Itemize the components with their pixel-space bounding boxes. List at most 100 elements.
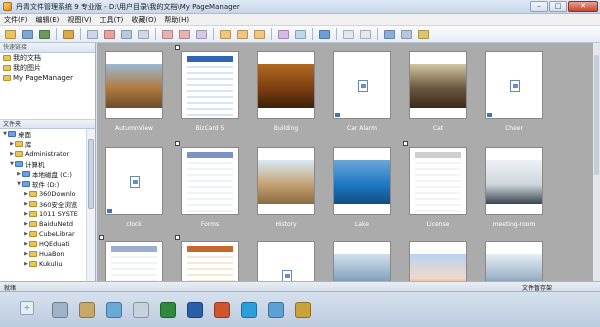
thumbnail-preview[interactable] — [485, 147, 543, 215]
thumbnail-item[interactable]: License — [403, 141, 469, 228]
folder-tree-item[interactable]: ▶ CubeLibrar — [0, 229, 86, 239]
thumbnail-item[interactable] — [255, 241, 317, 281]
thumbnail-preview[interactable] — [333, 241, 391, 281]
folder-tree-item[interactable]: ▶ 本地磁盘 (C:) — [0, 169, 86, 179]
maximize-button[interactable]: □ — [549, 1, 567, 12]
thumbnail-item[interactable] — [483, 241, 545, 281]
folder-tree-item[interactable]: ▶ Kukuliu — [0, 259, 86, 269]
paste-doc-button[interactable] — [136, 28, 151, 41]
checkbox-icon[interactable] — [175, 45, 180, 50]
menu-item[interactable]: 编辑(E) — [32, 15, 64, 25]
folder-tree-item[interactable]: ▼ 计算机 — [0, 159, 86, 169]
scan-button[interactable] — [20, 28, 35, 41]
folder-tree-scrollbar[interactable] — [86, 129, 95, 281]
thumbnail-item[interactable]: Forms — [175, 141, 241, 228]
menu-item[interactable]: 工具(T) — [96, 15, 128, 25]
folder-tree-item[interactable]: ▶ Administrator — [0, 149, 86, 159]
flip-button[interactable] — [194, 28, 209, 41]
compare-button[interactable] — [293, 28, 308, 41]
checkbox-icon[interactable] — [175, 235, 180, 240]
thumbnail-preview[interactable] — [333, 51, 391, 119]
quick-link-item[interactable]: My PageManager — [0, 73, 95, 83]
print-preview-button[interactable] — [399, 28, 414, 41]
image-viewer-button[interactable] — [104, 300, 124, 320]
copy-doc-button[interactable] — [119, 28, 134, 41]
zoom-in-button[interactable] — [358, 28, 373, 41]
thumbnail-scrollbar[interactable] — [593, 43, 600, 281]
thumbnail-item[interactable]: meeting-room — [483, 147, 545, 228]
thumbnail-preview[interactable] — [181, 241, 239, 281]
thumbnail-item[interactable]: AutumnView — [103, 51, 165, 132]
thumbnail-scroll-thumb[interactable] — [594, 55, 599, 175]
thumbnail-item[interactable]: Cat — [407, 51, 469, 132]
minimize-button[interactable]: – — [530, 1, 548, 12]
browser-button[interactable] — [239, 300, 259, 320]
thumbnail-item[interactable]: Lake — [331, 147, 393, 228]
settings-button[interactable] — [416, 28, 431, 41]
thumbnail-preview[interactable] — [257, 241, 315, 281]
thumbnail-preview[interactable] — [181, 147, 239, 215]
quick-link-item[interactable]: 我的文档 — [0, 53, 95, 63]
folder-up-button[interactable] — [61, 28, 76, 41]
folder-tree-item[interactable]: ▼ 桌面 — [0, 129, 86, 139]
thumbnail-item[interactable]: History — [255, 147, 317, 228]
thumbnail-item[interactable]: BizCard 5 — [175, 45, 241, 132]
view-large-button[interactable] — [218, 28, 233, 41]
thumbnail-item[interactable]: Building — [255, 51, 317, 132]
folder-tree-item[interactable]: ▶ 1011 SYSTE — [0, 209, 86, 219]
thumbnail-preview[interactable] — [181, 51, 239, 119]
powerpoint-button[interactable] — [212, 300, 232, 320]
menu-item[interactable]: 收藏(O) — [127, 15, 160, 25]
add-shelf-button[interactable]: + — [20, 301, 34, 315]
thumbnail-preview[interactable] — [333, 147, 391, 215]
thumbnail-item[interactable] — [331, 241, 393, 281]
sync-button[interactable] — [382, 28, 397, 41]
thumbnail-preview[interactable] — [409, 51, 467, 119]
checkbox-icon[interactable] — [99, 235, 104, 240]
checkbox-icon[interactable] — [175, 141, 180, 146]
slideshow-button[interactable] — [276, 28, 291, 41]
thumbnail-preview[interactable] — [257, 51, 315, 119]
checkbox-icon[interactable] — [403, 141, 408, 146]
thumbnail-item[interactable]: Car Alarm — [331, 51, 393, 132]
thumbnail-preview[interactable] — [105, 147, 163, 215]
view-list-button[interactable] — [235, 28, 250, 41]
thumbnail-item[interactable] — [407, 241, 469, 281]
printer-button[interactable] — [50, 300, 70, 320]
close-button[interactable]: ✕ — [568, 1, 598, 12]
photo-editor-button[interactable] — [266, 300, 286, 320]
archive-button[interactable] — [293, 300, 313, 320]
folder-tree-item[interactable]: ▶ HuaBon — [0, 249, 86, 259]
thumbnail-item[interactable] — [175, 235, 241, 281]
menu-item[interactable]: 帮助(H) — [160, 15, 193, 25]
zoom-out-button[interactable] — [341, 28, 356, 41]
ruler-button[interactable] — [77, 300, 97, 320]
folder-tree-item[interactable]: ▼ 软件 (D:) — [0, 179, 86, 189]
thumbnail-preview[interactable] — [409, 241, 467, 281]
word-button[interactable] — [185, 300, 205, 320]
screen-button[interactable] — [317, 28, 332, 41]
rotate-right-button[interactable] — [177, 28, 192, 41]
quick-link-item[interactable]: 我的图片 — [0, 63, 95, 73]
folder-tree-item[interactable]: ▶ 360安全浏览 — [0, 199, 86, 209]
thumbnail-preview[interactable] — [105, 51, 163, 119]
folder-tree-item[interactable]: ▶ HQEduati — [0, 239, 86, 249]
thumbnail-preview[interactable] — [485, 51, 543, 119]
thumbnail-item[interactable]: clock — [103, 147, 165, 228]
rotate-left-button[interactable] — [160, 28, 175, 41]
thumbnail-preview[interactable] — [105, 241, 163, 281]
view-details-button[interactable] — [252, 28, 267, 41]
folder-tree-item[interactable]: ▶ BaiduNetd — [0, 219, 86, 229]
thumbnail-item[interactable] — [99, 235, 165, 281]
folder-open-button[interactable] — [3, 28, 18, 41]
thumbnail-preview[interactable] — [485, 241, 543, 281]
thumbnail-item[interactable]: Cheer — [483, 51, 545, 132]
excel-button[interactable] — [158, 300, 178, 320]
edit-doc-button[interactable] — [102, 28, 117, 41]
folder-tree-item[interactable]: ▶ 库 — [0, 139, 86, 149]
fax-button[interactable] — [131, 300, 151, 320]
new-doc-button[interactable] — [85, 28, 100, 41]
menu-item[interactable]: 视图(V) — [63, 15, 95, 25]
folder-tree-item[interactable]: ▶ 360Downlo — [0, 189, 86, 199]
thumbnail-preview[interactable] — [409, 147, 467, 215]
